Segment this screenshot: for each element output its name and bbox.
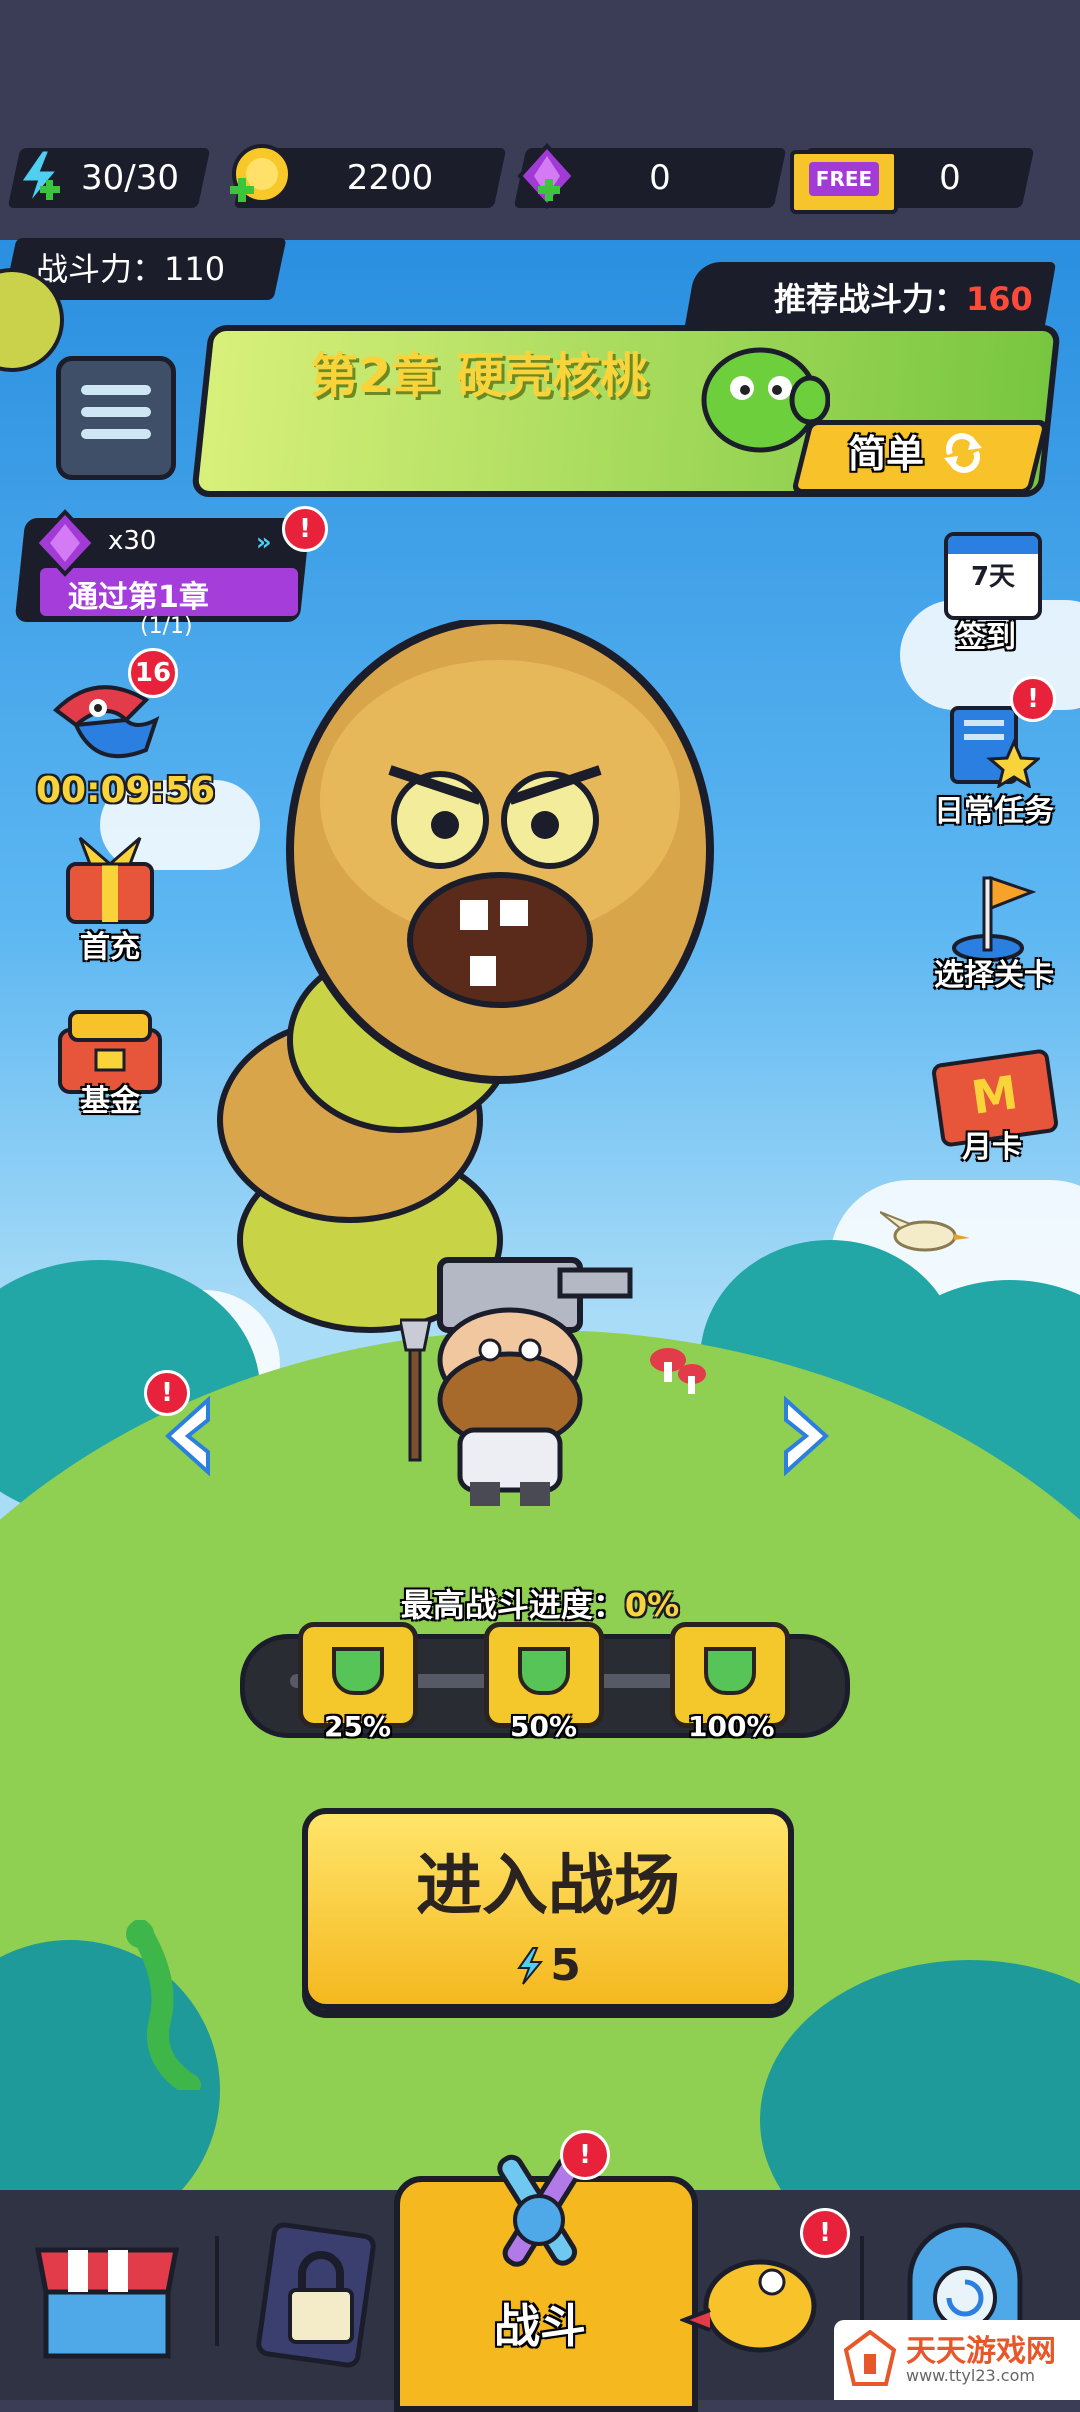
notification-badge: !: [282, 506, 328, 552]
enter-battle-label: 进入战场: [416, 1847, 680, 1924]
lightning-plus-icon[interactable]: [14, 148, 64, 208]
first-recharge-button[interactable]: [50, 828, 170, 928]
lightning-icon: [517, 1946, 544, 1985]
previous-chapter-badge: !: [144, 1370, 190, 1416]
milestone-25-label: 25%: [324, 1710, 392, 1743]
next-chapter-arrow[interactable]: [778, 1395, 834, 1477]
chest-gem-icon: [704, 1647, 756, 1695]
recommended-power-value: 160: [966, 280, 1033, 318]
refresh-icon: [942, 432, 984, 474]
pet-badge: !: [800, 2208, 850, 2258]
enter-battle-button[interactable]: 进入战场 5: [302, 1808, 794, 2010]
best-progress-text: 最高战斗进度：: [400, 1586, 625, 1624]
hero-character: [398, 1250, 640, 1510]
select-level-label: 选择关卡: [934, 958, 1054, 993]
daily-tasks-badge: !: [1010, 676, 1056, 722]
fund-label: 基金: [80, 1084, 140, 1119]
gold-value: 2200: [346, 158, 434, 198]
energy-value: 30/30: [81, 158, 179, 198]
lizard-decoration: [110, 1919, 220, 2096]
hamburger-icon: [81, 385, 151, 439]
first-recharge-label: 首充: [80, 930, 140, 965]
difficulty-label: 简单: [848, 432, 925, 476]
daily-tasks-label: 日常任务: [934, 794, 1054, 829]
battle-badge: !: [560, 2130, 610, 2180]
purple-gem-plus-icon[interactable]: [514, 142, 580, 212]
checkin-button[interactable]: 7天: [944, 532, 1042, 620]
milestone-50-label: 50%: [510, 1710, 578, 1743]
watermark: 天天游戏网 www.ttyl23.com: [834, 2320, 1080, 2400]
checkin-label: 签到: [956, 620, 1016, 655]
purple-gem-icon: [30, 508, 100, 578]
double-chevron-icon: »: [256, 528, 272, 556]
gold-coin-plus-icon[interactable]: [228, 140, 294, 212]
bird-decoration: [879, 1208, 970, 1258]
recommended-power-label: 推荐战斗力：160: [774, 272, 1033, 326]
watermark-logo-icon: [843, 2329, 897, 2386]
quest-title: 通过第1章: [68, 580, 209, 615]
mushroom-decoration: [648, 1340, 708, 1400]
recommended-power-text: 推荐战斗力：: [774, 280, 967, 318]
enter-cost-value: 5: [550, 1940, 581, 1991]
ticket-value: 0: [939, 158, 961, 198]
free-ticket-icon[interactable]: FREE: [790, 150, 898, 214]
checkin-days: 7天: [970, 562, 1016, 592]
calendar-icon: [948, 536, 1038, 554]
gift-box-icon: [66, 836, 154, 924]
quest-reward: x30: [108, 526, 157, 556]
watermark-name: 天天游戏网: [906, 2334, 1056, 2369]
gem-value: 0: [649, 158, 671, 198]
chest-gem-icon: [518, 1647, 570, 1695]
best-progress-value: 0%: [624, 1586, 680, 1624]
milestone-100-label: 100%: [688, 1710, 775, 1743]
free-ticket-label: FREE: [809, 162, 879, 196]
best-progress-label: 最高战斗进度：0%: [0, 1580, 1080, 1626]
chevron-right-icon: [784, 1395, 829, 1477]
chest-gem-icon: [332, 1647, 384, 1695]
walnut-boss: [170, 616, 770, 1360]
power-label: 战斗力：110: [36, 250, 226, 288]
enter-cost: 5: [308, 1940, 788, 1991]
watermark-url: www.ttyl23.com: [906, 2366, 1035, 2385]
monthly-card-label: 月卡: [962, 1130, 1022, 1165]
chapter-title: 第2章 硬壳核桃: [310, 348, 649, 404]
menu-button[interactable]: [56, 356, 176, 480]
